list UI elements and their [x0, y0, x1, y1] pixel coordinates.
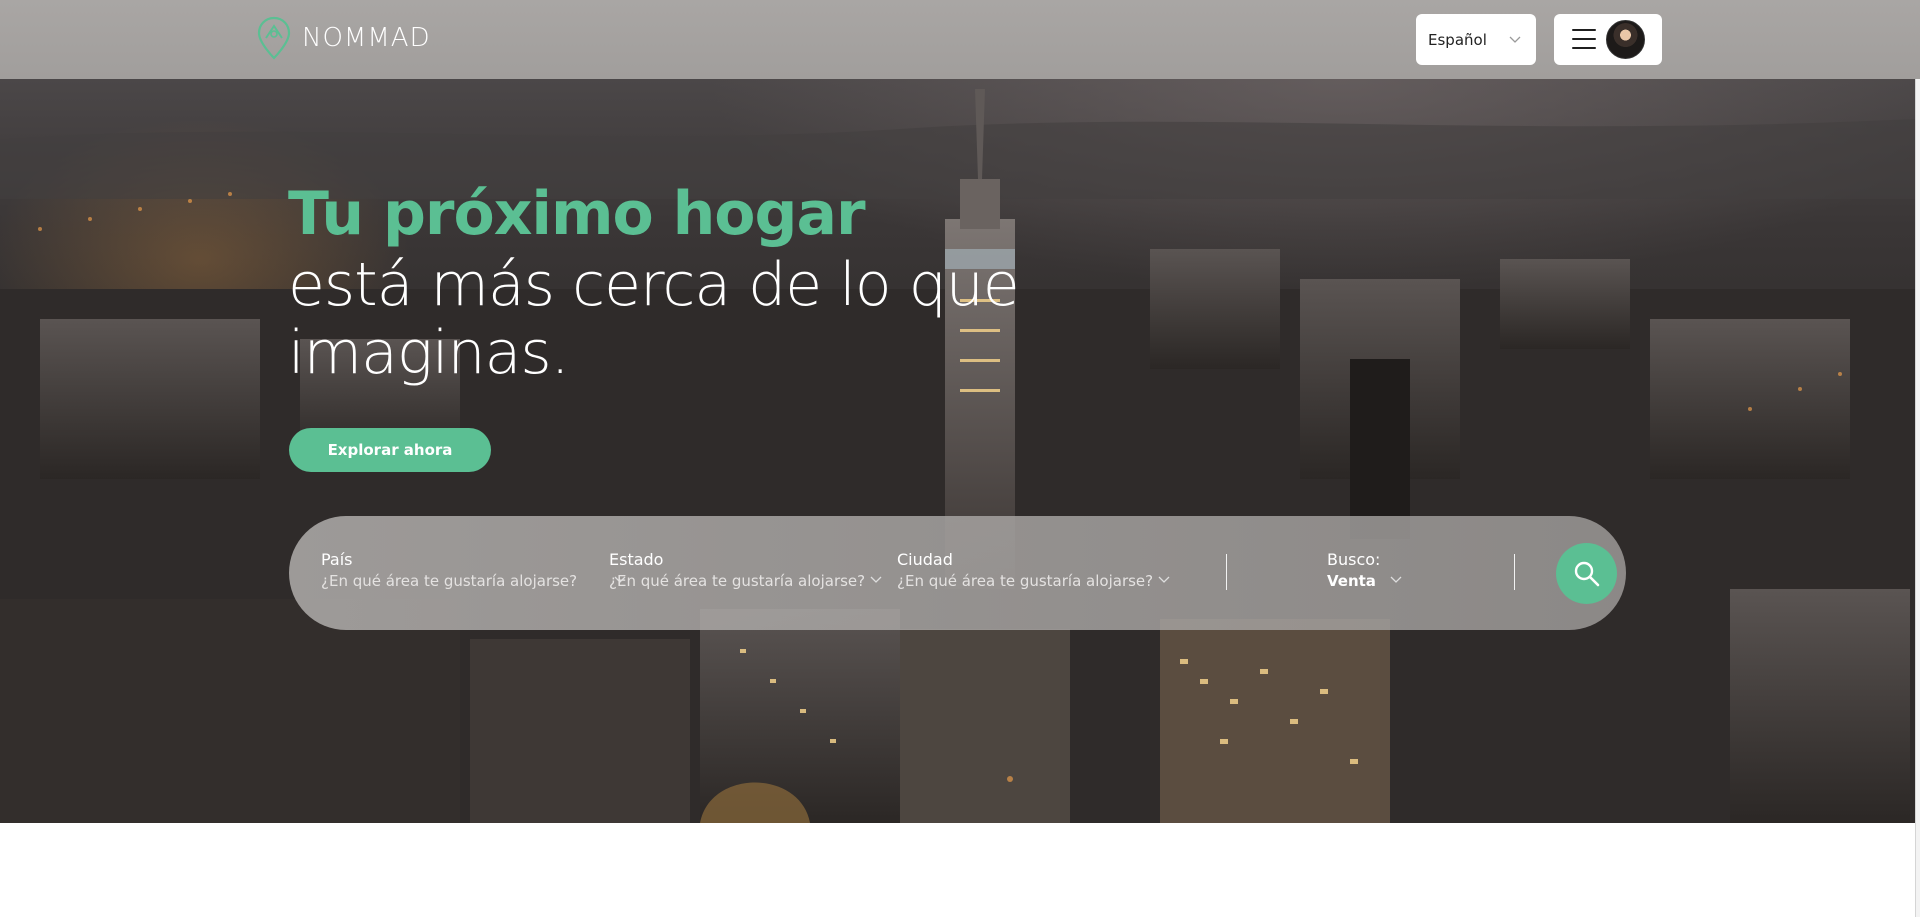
chevron-down-icon	[1158, 576, 1170, 583]
brand-name: NOMMAD	[302, 23, 431, 53]
city-field[interactable]: Ciudad ¿En qué área te gustaría alojarse…	[897, 550, 1177, 596]
busco-value: Venta	[1327, 572, 1376, 590]
search-bar: País ¿En qué área te gustaría alojarse? …	[289, 516, 1626, 630]
chevron-down-icon	[1509, 36, 1521, 43]
avatar	[1606, 20, 1645, 59]
user-menu-button[interactable]	[1554, 14, 1662, 65]
country-label: País	[321, 550, 353, 569]
state-placeholder: ¿En qué área te gustaría alojarse?	[609, 572, 866, 590]
state-field[interactable]: Estado ¿En qué área te gustaría alojarse…	[609, 550, 889, 596]
hamburger-icon	[1572, 29, 1596, 49]
scrollbar[interactable]	[1915, 0, 1920, 917]
explore-now-button[interactable]: Explorar ahora	[289, 428, 491, 472]
chevron-down-icon	[870, 576, 882, 583]
search-icon	[1574, 561, 1599, 586]
country-field[interactable]: País ¿En qué área te gustaría alojarse?	[321, 550, 626, 596]
state-label: Estado	[609, 550, 664, 569]
city-placeholder: ¿En qué área te gustaría alojarse?	[897, 572, 1154, 590]
busco-label: Busco:	[1327, 550, 1381, 569]
chevron-down-icon	[1390, 576, 1402, 583]
hero-title-line3: imaginas.	[288, 318, 570, 388]
hero-title-line2: está más cerca de lo que	[288, 250, 1020, 320]
hero-title-accent: Tu próximo hogar	[288, 179, 866, 249]
search-button[interactable]	[1556, 543, 1617, 604]
hero-title: Tu próximo hogar está más cerca de lo qu…	[288, 177, 1048, 387]
language-selected: Español	[1428, 30, 1487, 49]
divider	[1226, 554, 1227, 590]
top-header: NOMMAD Español	[0, 0, 1920, 79]
map-pin-logo-icon	[257, 16, 291, 60]
country-placeholder: ¿En qué área te gustaría alojarse?	[321, 572, 578, 590]
divider	[1514, 554, 1515, 590]
busco-field[interactable]: Busco: Venta	[1327, 550, 1427, 596]
city-label: Ciudad	[897, 550, 953, 569]
brand-logo[interactable]: NOMMAD	[256, 16, 431, 60]
language-select[interactable]: Español	[1416, 14, 1536, 65]
hero-section: Tu próximo hogar está más cerca de lo qu…	[0, 79, 1915, 823]
